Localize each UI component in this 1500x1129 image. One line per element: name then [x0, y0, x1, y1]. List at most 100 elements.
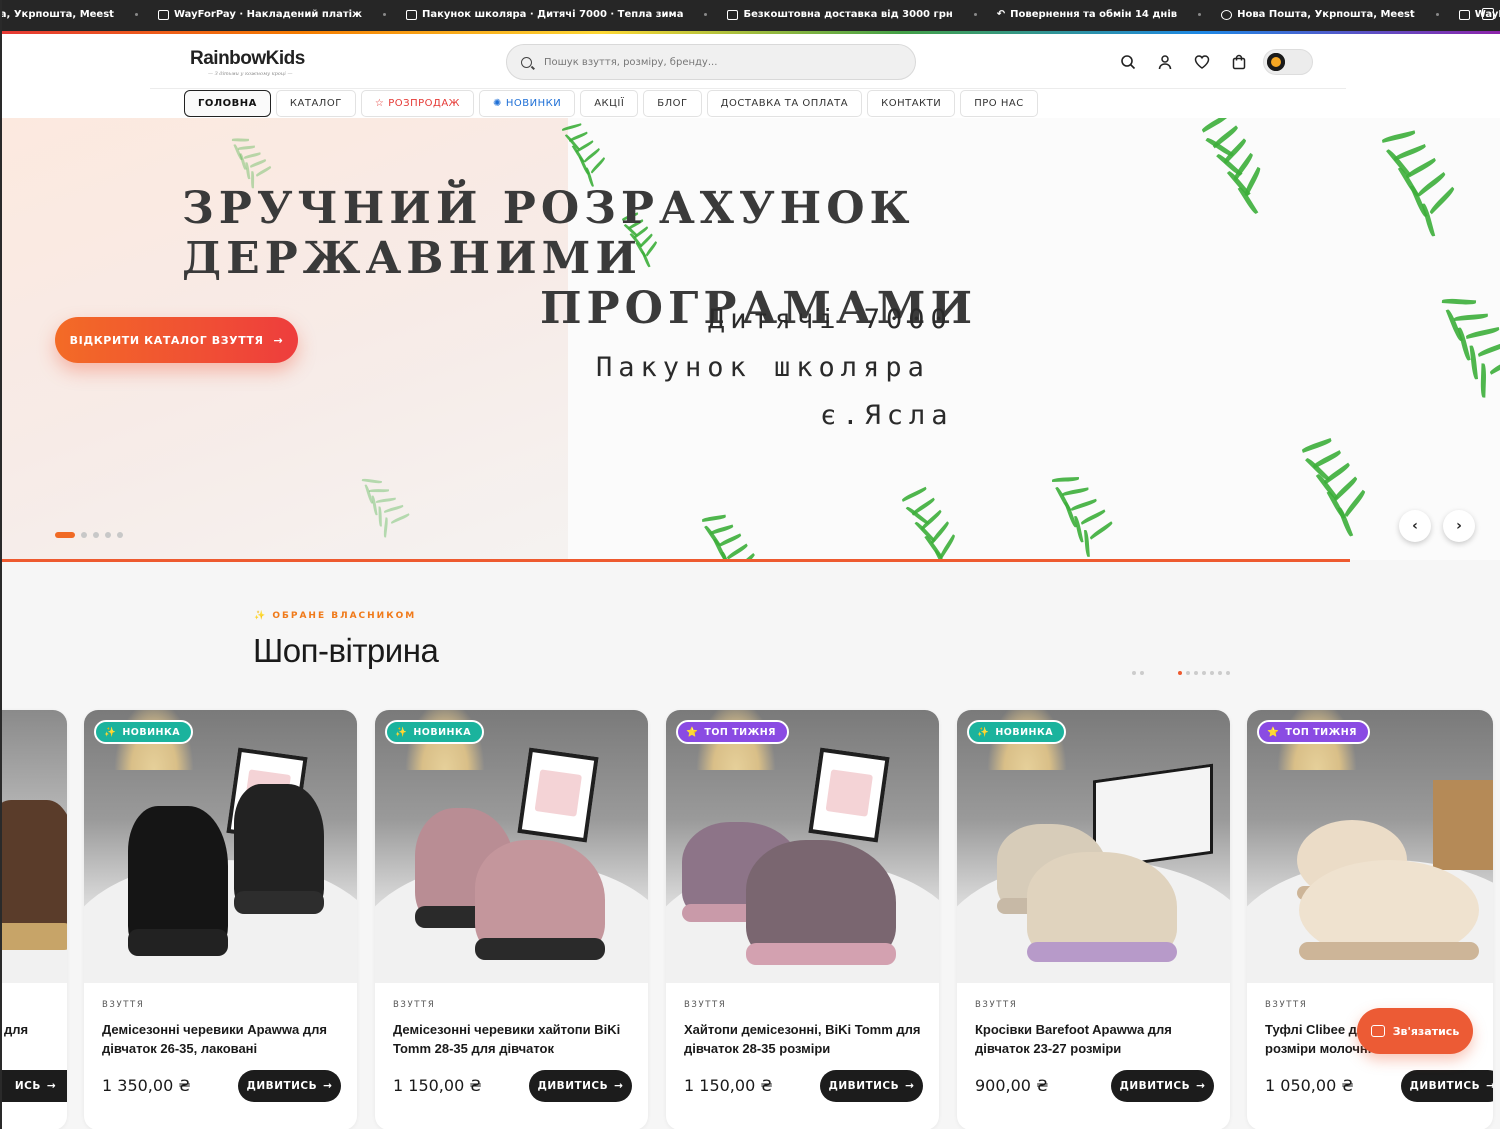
nav-item-home[interactable]: ГОЛОВНА: [184, 90, 271, 117]
slider-dot[interactable]: [93, 532, 99, 538]
user-icon[interactable]: [1157, 54, 1173, 70]
slider-dot[interactable]: [81, 532, 87, 538]
ticker-item: WayForPay · Накладений платіж: [157, 9, 406, 20]
product-price: 900,00 ₴: [975, 1076, 1049, 1095]
logo[interactable]: RainbowKids — З дітьми у кожному кроці —: [190, 48, 305, 77]
rosemary-leaf: [255, 165, 272, 177]
rosemary-leaf: [369, 488, 390, 493]
star-icon: ☆: [374, 98, 385, 109]
carousel-dot[interactable]: [1132, 671, 1136, 675]
rosemary-leaf: [245, 161, 251, 179]
product-name[interactable]: Демісезонні черевики хайтопи BiKi Tomm 2…: [393, 1020, 633, 1058]
chevron-left-icon: ‹: [1412, 518, 1418, 534]
product-price: 1 350,00 ₴: [102, 1076, 191, 1095]
theme-toggle[interactable]: [1263, 49, 1313, 75]
view-button[interactable]: ДИВИТИСЬ→: [820, 1070, 923, 1102]
slider-dot[interactable]: [105, 532, 111, 538]
logo-text: RainbowKids: [190, 48, 305, 69]
product-category: ВЗУТТЯ: [102, 1000, 145, 1010]
product-card[interactable]: ⭐ТОП ТИЖНЯ ВЗУТТЯ Туфлі Clibee для дівча…: [1247, 710, 1493, 1129]
rosemary-leaf: [378, 506, 382, 527]
product-image: [957, 710, 1230, 983]
carousel-dot[interactable]: [1218, 671, 1222, 675]
contact-button[interactable]: Зв'язатись: [1357, 1008, 1473, 1054]
slider-dot[interactable]: [55, 532, 75, 538]
rosemary-leaf: [231, 138, 250, 142]
hero-slider: ЗРУЧНИЙ РОЗРАХУНОК ДЕРЖАВНИМИ ПРОГРАМАМИ…: [2, 118, 1500, 560]
product-name[interactable]: Кросівки Barefoot Apawwa для дівчаток 23…: [975, 1020, 1215, 1058]
nav-item-promos[interactable]: АКЦІЇ: [580, 90, 639, 117]
search-icon[interactable]: [1120, 54, 1136, 70]
view-button[interactable]: ДИВИТИСЬ→: [1401, 1070, 1493, 1102]
nav-item-blog[interactable]: БЛОГ: [643, 90, 702, 117]
product-card[interactable]: ✨ НОВИНКА ВЗУТТЯ Демісезонні черевики хай…: [375, 710, 648, 1129]
product-price: 1 050,00 ₴: [1265, 1076, 1354, 1095]
rosemary-leaf: [376, 497, 397, 503]
search-placeholder: Пошук взуття, розміру, бренду...: [544, 56, 718, 68]
product-price: 1 150,00 ₴: [684, 1076, 773, 1095]
carousel-dot[interactable]: [1194, 671, 1198, 675]
search-input[interactable]: Пошук взуття, розміру, бренду...: [506, 44, 916, 80]
view-button[interactable]: ДИВИТИСЬ→: [238, 1070, 341, 1102]
carousel-dot[interactable]: [1186, 671, 1190, 675]
return-icon: ↶: [996, 9, 1006, 20]
new-badge: ✨ НОВИНКА: [385, 720, 485, 744]
product-name[interactable]: Хайтопи демісезонні, BiKi Tomm для дівча…: [684, 1020, 924, 1058]
product-category: ВЗУТТЯ: [975, 1000, 1018, 1010]
section-label: ✨ ОБРАНЕ ВЛАСНИКОМ: [254, 611, 417, 621]
view-button[interactable]: ИСЬ →: [2, 1070, 67, 1102]
rosemary-leaf: [237, 145, 256, 150]
product-name: для: [4, 1022, 29, 1037]
site-header: RainbowKids — З дітьми у кожному кроці —…: [2, 34, 1500, 118]
shield-icon: [1221, 9, 1233, 20]
star-icon: ⭐: [686, 726, 699, 738]
top-week-badge: ⭐ ТОП ТИЖНЯ: [1257, 720, 1370, 744]
view-button[interactable]: ДИВИТИСЬ→: [1111, 1070, 1214, 1102]
page: та, Укрпошта, Meest WayForPay · Накладен…: [0, 0, 1500, 1129]
carousel-dots: [1132, 671, 1230, 675]
rosemary-leaf: [390, 513, 411, 525]
carousel-dot[interactable]: [1202, 671, 1206, 675]
nav-item-delivery[interactable]: ДОСТАВКА ТА ОПЛАТА: [706, 90, 863, 117]
slider-next-button[interactable]: ›: [1443, 510, 1475, 542]
carousel-dot[interactable]: [1210, 671, 1214, 675]
cart-icon[interactable]: [1231, 54, 1247, 70]
heart-icon[interactable]: [1194, 54, 1210, 70]
ticker-item: та, Укрпошта, Meest: [2, 9, 158, 20]
nav-item-about[interactable]: ПРО НАС: [960, 90, 1038, 117]
product-card[interactable]: ⭐ ТОП ТИЖНЯ ВЗУТТЯ Хайтопи демісезонні, B…: [666, 710, 939, 1129]
nav-item-catalog[interactable]: КАТАЛОГ: [275, 90, 356, 117]
product-card[interactable]: ✨ НОВИНКА ВЗУТТЯ Демісезонні черевики Apa…: [84, 710, 357, 1129]
open-catalog-button[interactable]: ВІДКРИТИ КАТАЛОГ ВЗУТТЯ →: [55, 317, 298, 363]
slider-dot[interactable]: [117, 532, 123, 538]
product-card[interactable]: ✨ НОВИНКА ВЗУТТЯ Кросівки Barefoot Apawwa…: [957, 710, 1230, 1129]
ticker-item: ↶ Повернення та обмін 14 днів: [997, 9, 1221, 20]
bag-icon: [1482, 8, 1494, 20]
sparkle-icon: ✺: [492, 98, 502, 109]
new-badge: ✨ НОВИНКА: [94, 720, 194, 744]
chat-icon: [1370, 1025, 1385, 1037]
product-price: 1 150,00 ₴: [393, 1076, 482, 1095]
carousel-dot[interactable]: [1226, 671, 1230, 675]
carousel-dot[interactable]: [1140, 671, 1144, 675]
arrow-right-icon: →: [1196, 1080, 1206, 1092]
product-name[interactable]: Демісезонні черевики Apawwa для дівчаток…: [102, 1020, 342, 1058]
rosemary-leaf: [249, 158, 267, 168]
nav-item-contacts[interactable]: КОНТАКТИ: [867, 90, 956, 117]
slider-prev-button[interactable]: ‹: [1399, 510, 1431, 542]
arrow-right-icon: →: [905, 1080, 915, 1092]
arrow-right-icon: →: [273, 333, 284, 347]
rosemary-leaf: [383, 517, 389, 538]
arrow-right-icon: →: [46, 1080, 57, 1092]
carousel-dot[interactable]: [1178, 671, 1182, 675]
nav-item-new[interactable]: ✺ НОВИНКИ: [478, 90, 576, 117]
product-card[interactable]: для ИСЬ →: [2, 710, 67, 1129]
hero-title-line1: ЗРУЧНИЙ РОЗРАХУНОК ДЕРЖАВНИМИ: [182, 183, 915, 284]
slider-progress-bar: [2, 559, 1350, 562]
nav-divider: [150, 88, 1346, 89]
view-button[interactable]: ДИВИТИСЬ→: [529, 1070, 632, 1102]
rosemary-leaf: [371, 495, 378, 517]
bag-icon: [406, 9, 417, 20]
nav-item-sale[interactable]: ☆ РОЗПРОДАЖ: [360, 90, 474, 117]
logo-tagline: — З дітьми у кожному кроці —: [208, 71, 293, 77]
